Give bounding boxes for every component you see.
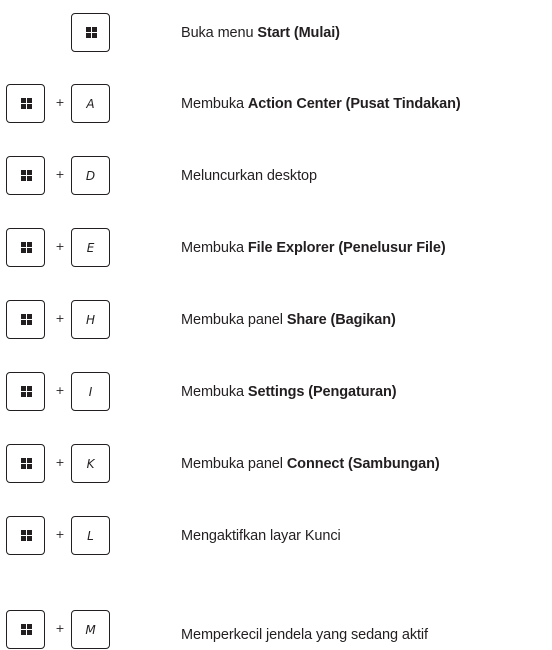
plus-sign: + <box>55 384 65 397</box>
shortcut-row-e: + E Membuka File Explorer (Penelusur Fil… <box>0 228 552 268</box>
windows-key <box>6 228 45 267</box>
windows-logo-icon <box>21 458 32 469</box>
shortcut-row-h: + H Membuka panel Share (Bagikan) <box>0 300 552 340</box>
plus-sign: + <box>55 312 65 325</box>
windows-logo-icon <box>21 530 32 541</box>
letter-key-d: D <box>71 156 110 195</box>
windows-key <box>6 156 45 195</box>
description-text: Buka menu <box>181 25 258 41</box>
shortcut-description: Membuka File Explorer (Penelusur File) <box>181 239 446 257</box>
description-text: Membuka <box>181 240 248 256</box>
description-text: Meluncurkan desktop <box>181 168 317 184</box>
description-bold: Settings (Pengaturan) <box>247 384 397 400</box>
description-bold: File Explorer (Penelusur File) <box>247 240 446 256</box>
letter-key-e: E <box>71 228 110 267</box>
shortcut-row-d: + D Meluncurkan desktop <box>0 156 552 196</box>
shortcut-row-i: + I Membuka Settings (Pengaturan) <box>0 372 552 412</box>
shortcut-description: Memperkecil jendela yang sedang aktif <box>181 626 428 644</box>
shortcut-description: Buka menu Start (Mulai) <box>181 24 340 42</box>
description-text: Membuka panel <box>181 456 287 472</box>
shortcut-row-start: Buka menu Start (Mulai) <box>0 13 552 53</box>
description-text: Membuka <box>181 384 248 400</box>
shortcut-description: Membuka Settings (Pengaturan) <box>181 383 397 401</box>
letter-key-i: I <box>71 372 110 411</box>
letter-key-h: H <box>71 300 110 339</box>
windows-key <box>6 444 45 483</box>
shortcut-description: Membuka panel Connect (Sambungan) <box>181 455 440 473</box>
windows-logo-icon <box>86 27 97 38</box>
shortcut-row-a: + A Membuka Action Center (Pusat Tindaka… <box>0 84 552 124</box>
shortcut-row-m: + M Memperkecil jendela yang sedang akti… <box>0 610 552 650</box>
letter-key-a: A <box>71 84 110 123</box>
description-bold: Start (Mulai) <box>257 25 340 41</box>
windows-key <box>71 13 110 52</box>
shortcut-description: Membuka panel Share (Bagikan) <box>181 311 396 329</box>
plus-sign: + <box>55 168 65 181</box>
plus-sign: + <box>55 240 65 253</box>
windows-key <box>6 516 45 555</box>
windows-logo-icon <box>21 242 32 253</box>
windows-logo-icon <box>21 386 32 397</box>
plus-sign: + <box>55 456 65 469</box>
shortcut-description: Mengaktifkan layar Kunci <box>181 527 341 545</box>
plus-sign: + <box>55 528 65 541</box>
shortcut-description: Membuka Action Center (Pusat Tindakan) <box>181 95 461 113</box>
letter-key-l: L <box>71 516 110 555</box>
shortcut-row-l: + L Mengaktifkan layar Kunci <box>0 516 552 556</box>
description-bold: Action Center (Pusat Tindakan) <box>247 96 461 112</box>
windows-key <box>6 372 45 411</box>
description-text: Membuka <box>181 96 248 112</box>
description-text: Memperkecil jendela yang sedang aktif <box>181 627 428 643</box>
windows-logo-icon <box>21 314 32 325</box>
plus-sign: + <box>55 96 65 109</box>
description-text: Mengaktifkan layar Kunci <box>181 528 341 544</box>
windows-key <box>6 84 45 123</box>
windows-logo-icon <box>21 98 32 109</box>
windows-key <box>6 300 45 339</box>
windows-key <box>6 610 45 649</box>
plus-sign: + <box>55 622 65 635</box>
shortcut-row-k: + K Membuka panel Connect (Sambungan) <box>0 444 552 484</box>
description-bold: Connect (Sambungan) <box>286 456 440 472</box>
description-bold: Share (Bagikan) <box>286 312 396 328</box>
windows-logo-icon <box>21 624 32 635</box>
shortcut-description: Meluncurkan desktop <box>181 167 317 185</box>
windows-logo-icon <box>21 170 32 181</box>
description-text: Membuka panel <box>181 312 287 328</box>
letter-key-k: K <box>71 444 110 483</box>
letter-key-m: M <box>71 610 110 649</box>
